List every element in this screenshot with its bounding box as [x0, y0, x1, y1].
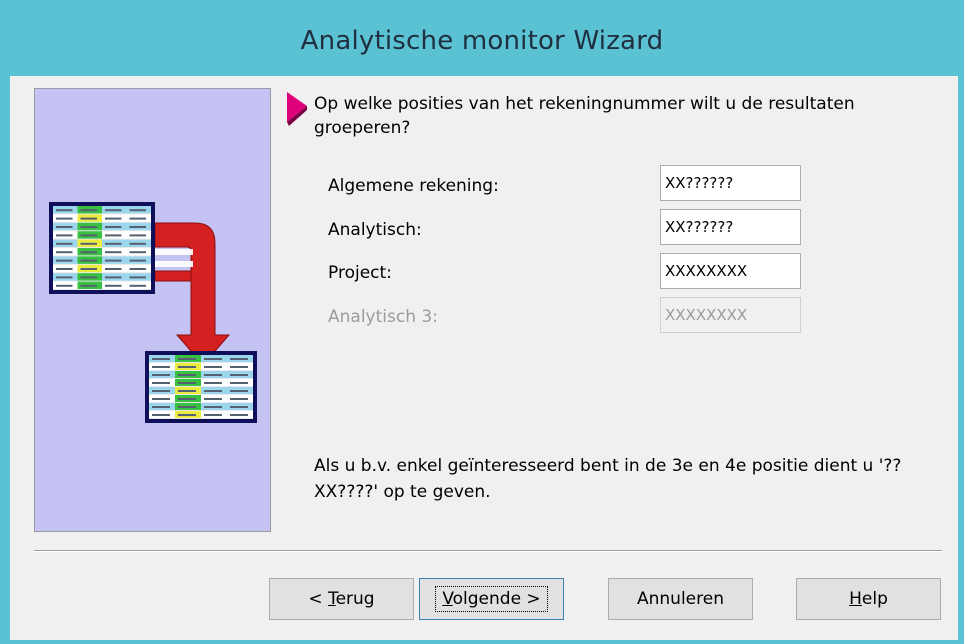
triangle-pointer-icon	[287, 92, 307, 126]
title-bar: Analytische monitor Wizard	[0, 0, 964, 76]
merge-tables-illustration	[49, 202, 257, 423]
analytisch-input[interactable]	[660, 209, 801, 245]
back-button[interactable]: < Terug	[269, 578, 414, 620]
source-table-icon	[49, 202, 155, 294]
project-input[interactable]	[660, 253, 801, 289]
window-frame-bottom	[0, 640, 964, 644]
separator	[34, 550, 942, 552]
target-table-icon	[145, 351, 257, 423]
help-button[interactable]: Help	[796, 578, 941, 620]
field-label-analytisch-3: Analytisch 3:	[328, 307, 438, 327]
field-label-project: Project:	[328, 263, 392, 283]
wizard-question: Op welke posities van het rekeningnummer…	[314, 94, 855, 138]
next-button[interactable]: Volgende >	[419, 578, 564, 620]
algemene-rekening-input[interactable]	[660, 165, 801, 201]
window-frame-right	[958, 76, 964, 644]
field-label-analytisch: Analytisch:	[328, 220, 422, 240]
wizard-body: Op welke posities van het rekeningnummer…	[10, 76, 958, 640]
window-title: Analytische monitor Wizard	[300, 26, 664, 56]
wizard-hint: Als u b.v. enkel geïnteresseerd bent in …	[314, 456, 902, 502]
wizard-illustration	[34, 88, 271, 532]
cancel-button[interactable]: Annuleren	[608, 578, 753, 620]
field-label-algemene-rekening: Algemene rekening:	[328, 176, 499, 196]
analytisch-3-input	[660, 297, 801, 333]
